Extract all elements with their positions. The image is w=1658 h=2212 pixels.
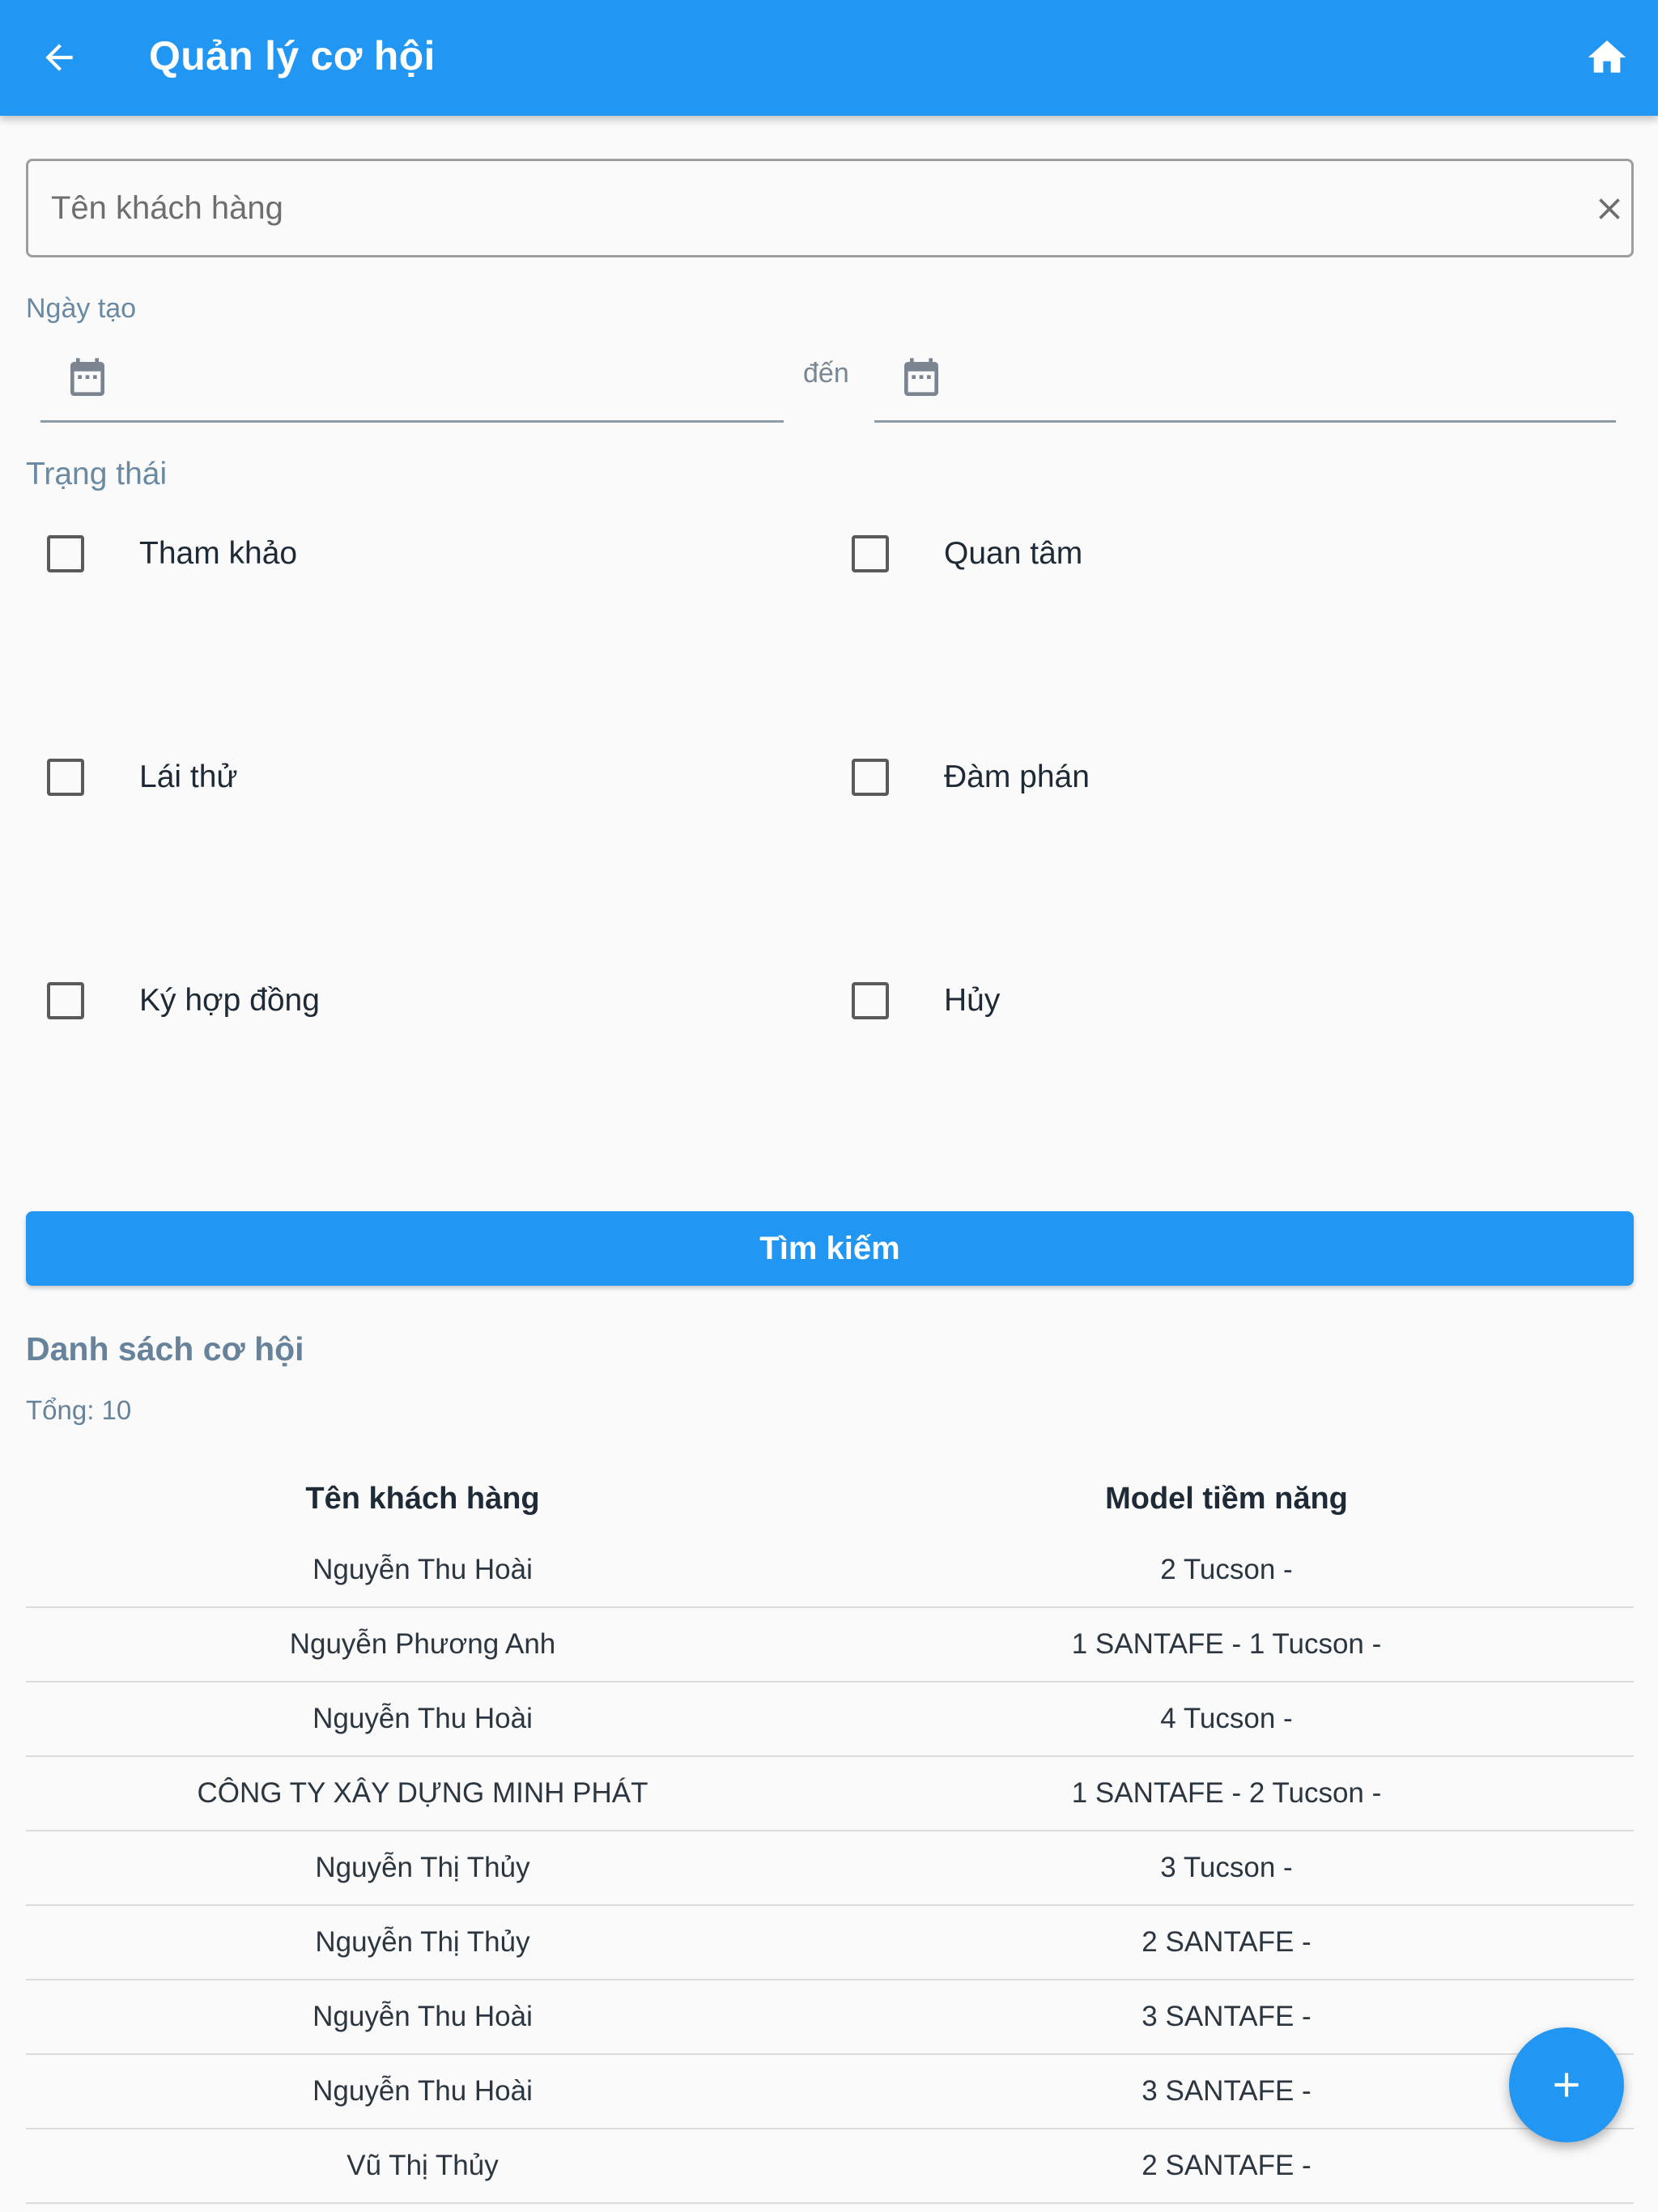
customer-search-input[interactable] — [51, 177, 1541, 239]
cell-customer: CÔNG TY XÂY DỰNG MINH PHÁT — [197, 1777, 648, 1809]
calendar-icon — [70, 358, 104, 396]
date-from-field[interactable] — [40, 342, 784, 423]
checkbox[interactable] — [47, 759, 84, 796]
close-icon — [1599, 198, 1620, 219]
cell-customer: Nguyễn Thu Hoài — [312, 1554, 533, 1585]
back-button[interactable] — [31, 29, 87, 86]
app-bar: Quản lý cơ hội — [0, 0, 1658, 116]
add-opportunity-button[interactable] — [1509, 2027, 1624, 2142]
cell-customer: Nguyễn Thị Thủy — [315, 1926, 530, 1958]
status-checkbox-lai-thu[interactable]: Lái thử — [47, 759, 238, 796]
date-to-field[interactable] — [874, 342, 1616, 423]
clear-search-button[interactable] — [1583, 182, 1636, 236]
status-checkbox-quan-tam[interactable]: Quan tâm — [852, 535, 1082, 572]
checkbox-label: Lái thử — [139, 759, 238, 794]
cell-model: 1 SANTAFE - 2 Tucson - — [1071, 1777, 1382, 1809]
search-button[interactable]: Tìm kiếm — [26, 1211, 1634, 1286]
checkbox[interactable] — [852, 982, 889, 1019]
home-icon — [1588, 40, 1626, 73]
checkbox[interactable] — [47, 982, 84, 1019]
table-row[interactable]: Nguyễn Thị Thủy 2 SANTAFE - — [26, 1906, 1634, 1980]
cell-model: 1 SANTAFE - 1 Tucson - — [1071, 1628, 1382, 1660]
table-row[interactable]: Nguyễn Thu Hoài 3 SANTAFE - — [26, 2055, 1634, 2129]
table-row[interactable]: Nguyễn Thu Hoài 3 SANTAFE - — [26, 1980, 1634, 2055]
column-header-customer: Tên khách hàng — [305, 1481, 540, 1516]
opportunity-total: Tổng: 10 — [26, 1395, 132, 1425]
cell-customer: Vũ Thị Thủy — [346, 2150, 499, 2181]
checkbox-label: Ký hợp đồng — [139, 983, 320, 1018]
opportunity-list-title: Danh sách cơ hội — [26, 1330, 304, 1368]
checkbox-label: Hủy — [944, 983, 1001, 1018]
checkbox[interactable] — [852, 759, 889, 796]
status-checkbox-ky-hop-dong[interactable]: Ký hợp đồng — [47, 982, 320, 1019]
customer-search-box — [26, 159, 1634, 257]
created-date-label: Ngày tạo — [26, 293, 137, 324]
checkbox-label: Đàm phán — [944, 759, 1090, 794]
cell-customer: Nguyễn Thu Hoài — [312, 2001, 533, 2032]
cell-model: 3 Tucson - — [1160, 1852, 1293, 1883]
checkbox-label: Quan tâm — [944, 536, 1083, 571]
status-checkbox-huy[interactable]: Hủy — [852, 982, 1000, 1019]
cell-model: 2 SANTAFE - — [1141, 2150, 1312, 2181]
cell-model: 2 Tucson - — [1160, 1554, 1293, 1585]
home-button[interactable] — [1579, 29, 1635, 86]
cell-model: 2 SANTAFE - — [1141, 1926, 1312, 1958]
calendar-icon — [904, 358, 938, 396]
table-row[interactable]: CÔNG TY XÂY DỰNG MINH PHÁT 1 SANTAFE - 2… — [26, 1757, 1634, 1831]
plus-icon — [1554, 2073, 1579, 2097]
cell-customer: Nguyễn Phương Anh — [289, 1628, 556, 1660]
table-row[interactable]: Nguyễn Phương Anh 1 SANTAFE - 1 Tucson - — [26, 1608, 1634, 1682]
cell-customer: Nguyễn Thu Hoài — [312, 1703, 533, 1734]
checkbox[interactable] — [47, 535, 84, 572]
column-header-model: Model tiềm năng — [1105, 1481, 1348, 1516]
table-row[interactable]: Nguyễn Thu Hoài 2 Tucson - — [26, 1534, 1634, 1608]
table-row[interactable]: Nguyễn Thu Hoài 4 Tucson - — [26, 1682, 1634, 1757]
checkbox[interactable] — [852, 535, 889, 572]
arrow-left-icon — [45, 44, 73, 71]
page-title: Quản lý cơ hội — [149, 33, 436, 79]
cell-customer: Nguyễn Thu Hoài — [312, 2075, 533, 2107]
cell-customer: Nguyễn Thị Thủy — [315, 1852, 530, 1883]
table-header: Tên khách hàng Model tiềm năng — [26, 1464, 1634, 1534]
table-row[interactable]: Vũ Thị Thủy 2 SANTAFE - — [26, 2129, 1634, 2204]
table-row[interactable]: Nguyễn Thị Thủy 3 Tucson - — [26, 1831, 1634, 1906]
date-range-separator: đến — [803, 358, 849, 389]
status-checkbox-dam-phan[interactable]: Đàm phán — [852, 759, 1090, 796]
status-label: Trạng thái — [26, 457, 168, 491]
status-checkbox-tham-khao[interactable]: Tham khảo — [47, 535, 297, 572]
cell-model: 4 Tucson - — [1160, 1703, 1293, 1734]
checkbox-label: Tham khảo — [139, 536, 298, 571]
cell-model: 3 SANTAFE - — [1141, 2001, 1312, 2032]
opportunity-table: Tên khách hàng Model tiềm năng Nguyễn Th… — [26, 1464, 1634, 2204]
